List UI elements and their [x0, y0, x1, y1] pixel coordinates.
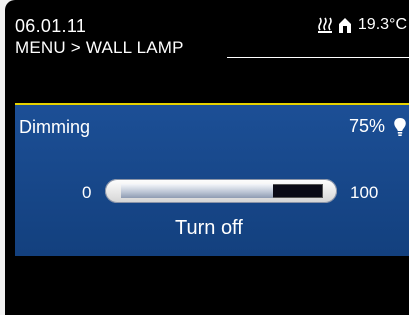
slider-min-label: 0: [82, 183, 92, 202]
heating-icon: [317, 17, 332, 33]
display-screen: 06.01.11 19.3°C MENU > WALL LAMP Dimming: [5, 0, 409, 315]
header-status: 19.3°C: [317, 16, 407, 34]
breadcrumb: MENU > WALL LAMP: [15, 38, 184, 57]
slider-fill: [121, 184, 273, 198]
device-frame: 06.01.11 19.3°C MENU > WALL LAMP Dimming: [0, 0, 409, 315]
dimming-percent: 75%: [348, 116, 385, 136]
bulb-icon: [393, 117, 407, 137]
slider-track[interactable]: [121, 184, 323, 198]
slider-max-label: 100: [350, 183, 379, 202]
breadcrumb-underline: [227, 57, 409, 58]
header-date: 06.01.11: [15, 16, 87, 36]
temperature-readout: 19.3°C: [357, 16, 407, 33]
dimming-label: Dimming: [19, 117, 91, 137]
house-icon: [338, 17, 352, 33]
dimming-value: 75%: [349, 116, 407, 137]
dimming-panel[interactable]: Dimming 75% 0 100 Turn off: [15, 105, 409, 256]
dimming-slider[interactable]: [105, 179, 337, 203]
turn-off-button[interactable]: Turn off: [175, 217, 243, 240]
